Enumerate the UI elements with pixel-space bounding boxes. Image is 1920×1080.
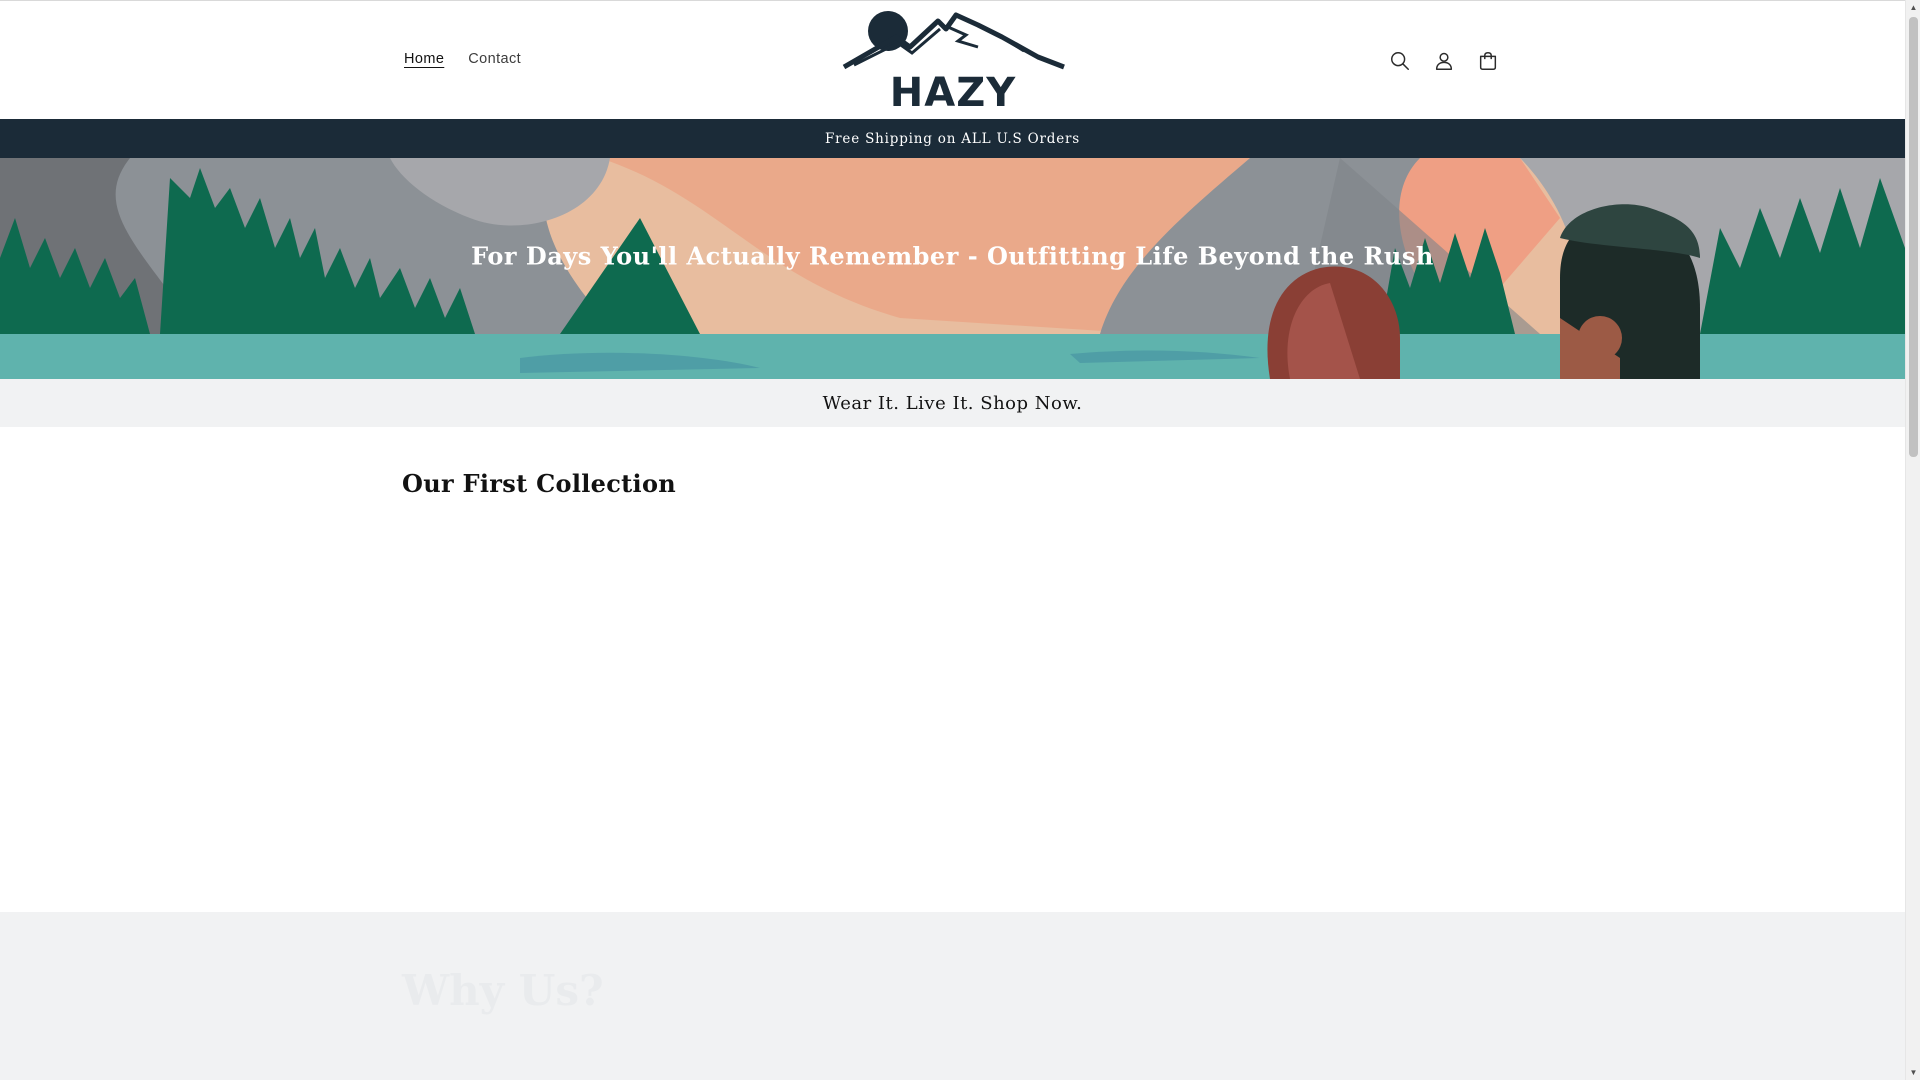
cart-button[interactable] — [1466, 41, 1510, 81]
announcement-bar: Free Shipping on ALL U.S Orders — [0, 119, 1905, 158]
page-scrollbar[interactable]: ▲ ▼ — [1905, 0, 1920, 1080]
logo-mountain-icon — [842, 11, 1065, 70]
tagline-band: Wear It. Live It. Shop Now. — [0, 379, 1905, 427]
scroll-up-arrow-icon[interactable]: ▲ — [1906, 0, 1920, 15]
hero-banner: For Days You'll Actually Remember - Outf… — [0, 158, 1905, 379]
why-us-title: Why Us? — [402, 966, 604, 1015]
tagline-text: Wear It. Live It. Shop Now. — [822, 392, 1083, 414]
page: Home Contact HAZY DAY — [0, 0, 1905, 1080]
why-us-section: Why Us? — [0, 912, 1905, 1080]
header-actions — [1378, 41, 1510, 81]
nav-link-home[interactable]: Home — [392, 47, 456, 71]
collection-section: Our First Collection — [0, 427, 1905, 912]
site-header: Home Contact HAZY DAY — [0, 0, 1905, 159]
nav-link-contact[interactable]: Contact — [456, 47, 533, 71]
main-nav: Home Contact — [392, 47, 533, 71]
account-button[interactable] — [1422, 41, 1466, 81]
announcement-text: Free Shipping on ALL U.S Orders — [825, 130, 1080, 147]
brand-logo[interactable]: HAZY DAY — [838, 7, 1068, 159]
scroll-down-arrow-icon[interactable]: ▼ — [1906, 1065, 1920, 1080]
cart-icon — [1479, 52, 1497, 70]
account-icon — [1435, 52, 1453, 70]
collection-title: Our First Collection — [402, 469, 676, 498]
scrollbar-thumb[interactable] — [1909, 17, 1918, 457]
hero-heading: For Days You'll Actually Remember - Outf… — [471, 241, 1434, 271]
search-button[interactable] — [1378, 41, 1422, 81]
search-icon — [1391, 52, 1409, 70]
